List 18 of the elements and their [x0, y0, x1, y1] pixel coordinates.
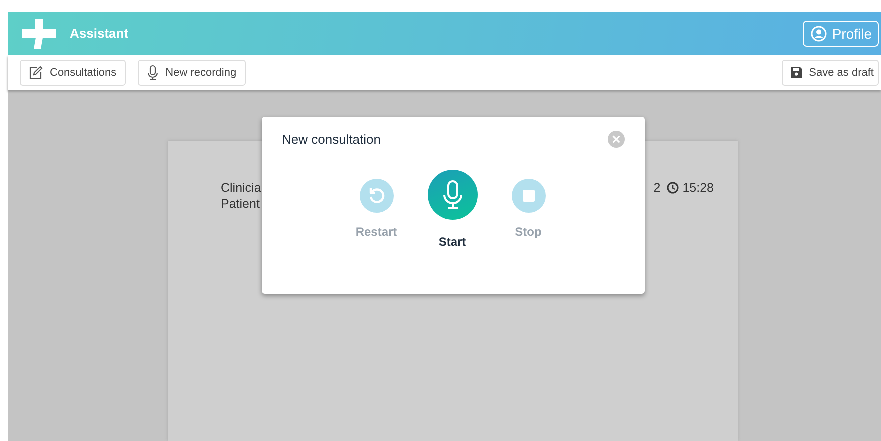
microphone-icon — [146, 64, 159, 81]
time-text: 15:28 — [682, 181, 714, 195]
clock-icon — [666, 182, 679, 194]
patient-label: Patient — [221, 197, 261, 211]
date-text: 2 — [654, 181, 661, 195]
modal-title: New consultation — [282, 132, 381, 147]
cross-logo-icon — [22, 18, 56, 49]
clinician-label: Clinicia — [221, 181, 262, 195]
edit-icon — [29, 66, 43, 80]
consultations-button[interactable]: Consultations — [20, 60, 126, 86]
app-title: Assistant — [70, 26, 130, 42]
save-draft-button[interactable]: Save as draft — [782, 60, 879, 86]
start-button[interactable]: Start — [414, 170, 490, 249]
close-icon[interactable] — [608, 131, 625, 148]
stop-icon — [522, 190, 534, 202]
microphone-icon — [442, 180, 464, 210]
new-recording-button[interactable]: New recording — [138, 60, 246, 86]
user-icon — [811, 26, 828, 42]
